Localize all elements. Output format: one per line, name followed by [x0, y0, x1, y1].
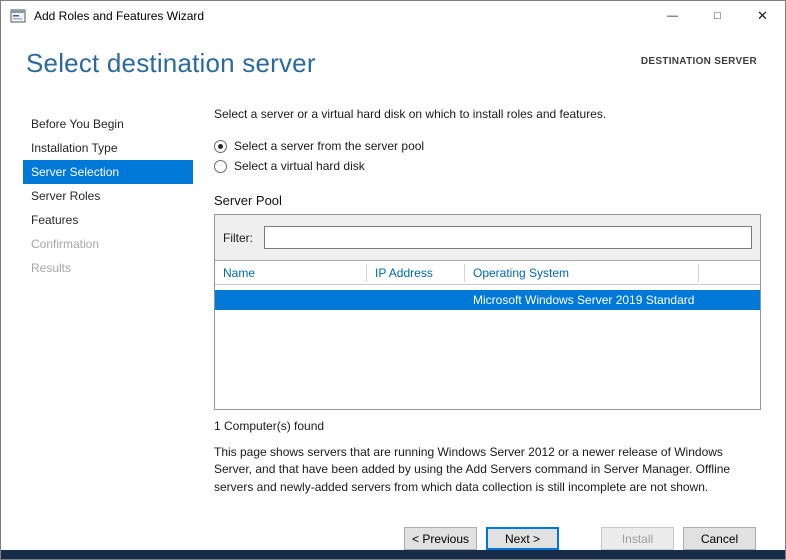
window-controls: — □ ✕: [650, 1, 785, 31]
table-header-row: Name IP Address Operating System: [215, 261, 760, 285]
window-title: Add Roles and Features Wizard: [34, 9, 204, 23]
column-header-spacer: [699, 264, 760, 282]
column-header-name[interactable]: Name: [215, 264, 367, 282]
server-pool-title: Server Pool: [214, 193, 761, 208]
wizard-window: Add Roles and Features Wizard — □ ✕ Sele…: [0, 0, 786, 560]
destination-options: Select a server from the server pool Sel…: [214, 136, 761, 176]
radio-label-server-pool: Select a server from the server pool: [234, 139, 424, 153]
wizard-app-icon[interactable]: [10, 8, 26, 24]
filter-input[interactable]: [264, 226, 752, 249]
wizard-footer: < Previous Next > Install Cancel: [404, 527, 756, 550]
server-pool-table: Name IP Address Operating System Microso…: [215, 261, 760, 409]
server-pool-box: Filter: Name IP Address Operating System…: [214, 214, 761, 410]
filter-area: Filter:: [215, 215, 760, 261]
bottom-accent-bar: [1, 550, 785, 559]
filter-label: Filter:: [223, 231, 264, 245]
nav-item-features[interactable]: Features: [23, 208, 193, 232]
maximize-button[interactable]: □: [695, 1, 740, 31]
radio-label-virtual-hard-disk: Select a virtual hard disk: [234, 159, 365, 173]
next-button[interactable]: Next >: [486, 527, 559, 550]
intro-text: Select a server or a virtual hard disk o…: [214, 107, 761, 121]
table-body: Microsoft Windows Server 2019 Standard: [215, 285, 760, 409]
nav-item-installation-type[interactable]: Installation Type: [23, 136, 193, 160]
radio-option-server-pool[interactable]: Select a server from the server pool: [214, 136, 761, 156]
previous-button[interactable]: < Previous: [404, 527, 477, 550]
radio-button-virtual-hard-disk[interactable]: [214, 160, 227, 173]
nav-item-results: Results: [23, 256, 193, 280]
install-button: Install: [601, 527, 674, 550]
computers-found-count: 1 Computer(s) found: [214, 419, 761, 433]
nav-item-server-roles[interactable]: Server Roles: [23, 184, 193, 208]
cancel-button[interactable]: Cancel: [683, 527, 756, 550]
column-header-ip-address[interactable]: IP Address: [367, 264, 465, 282]
main-content: Select a server or a virtual hard disk o…: [214, 107, 761, 496]
minimize-button[interactable]: —: [650, 1, 695, 31]
close-button[interactable]: ✕: [740, 1, 785, 31]
column-header-operating-system[interactable]: Operating System: [465, 264, 699, 282]
radio-option-virtual-hard-disk[interactable]: Select a virtual hard disk: [214, 156, 761, 176]
nav-item-before-you-begin[interactable]: Before You Begin: [23, 112, 193, 136]
destination-server-badge: DESTINATION SERVER: [641, 56, 757, 67]
nav-item-server-selection[interactable]: Server Selection: [23, 160, 193, 184]
page-title: Select destination server: [26, 48, 316, 79]
server-row[interactable]: Microsoft Windows Server 2019 Standard: [215, 290, 760, 310]
page-description: This page shows servers that are running…: [214, 444, 761, 496]
server-row-os: Microsoft Windows Server 2019 Standard: [465, 293, 699, 307]
title-bar: Add Roles and Features Wizard — □ ✕: [1, 1, 785, 31]
wizard-steps-nav: Before You Begin Installation Type Serve…: [23, 112, 193, 280]
radio-button-server-pool[interactable]: [214, 140, 227, 153]
nav-item-confirmation: Confirmation: [23, 232, 193, 256]
